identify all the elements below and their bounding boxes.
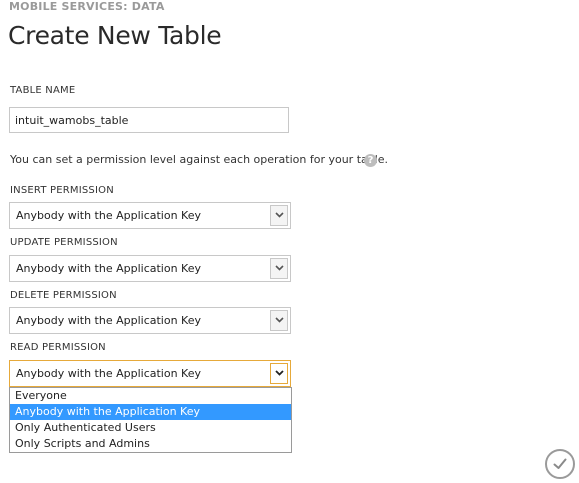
insert-permission-value: Anybody with the Application Key (16, 209, 201, 222)
permission-hint: You can set a permission level against e… (10, 153, 389, 166)
insert-permission-select[interactable]: Anybody with the Application Key (9, 202, 291, 229)
delete-permission-value: Anybody with the Application Key (16, 314, 201, 327)
page-title: Create New Table (8, 21, 222, 50)
update-permission-select[interactable]: Anybody with the Application Key (9, 255, 291, 282)
help-icon[interactable]: ? (364, 154, 377, 167)
insert-permission-label: INSERT PERMISSION (10, 185, 114, 196)
delete-permission-label: DELETE PERMISSION (10, 290, 117, 301)
update-permission-value: Anybody with the Application Key (16, 262, 201, 275)
dropdown-option[interactable]: Only Authenticated Users (10, 420, 291, 436)
chevron-down-icon[interactable] (270, 310, 288, 331)
breadcrumb: MOBILE SERVICES: DATA (9, 0, 165, 13)
read-permission-value: Anybody with the Application Key (16, 367, 201, 380)
complete-button[interactable] (545, 449, 575, 479)
read-permission-select[interactable]: Anybody with the Application Key (9, 360, 291, 387)
checkmark-icon (553, 458, 567, 469)
table-name-label: TABLE NAME (10, 85, 76, 96)
dropdown-option[interactable]: Only Scripts and Admins (10, 436, 291, 452)
dropdown-option[interactable]: Everyone (10, 388, 291, 404)
dropdown-option[interactable]: Anybody with the Application Key (10, 404, 291, 420)
update-permission-label: UPDATE PERMISSION (10, 237, 118, 248)
chevron-down-icon[interactable] (270, 205, 288, 226)
chevron-down-icon[interactable] (270, 258, 288, 279)
delete-permission-select[interactable]: Anybody with the Application Key (9, 307, 291, 334)
table-name-input[interactable] (9, 107, 289, 133)
create-table-dialog: MOBILE SERVICES: DATA Create New Table T… (0, 0, 579, 483)
read-permission-label: READ PERMISSION (10, 342, 106, 353)
chevron-down-icon[interactable] (270, 363, 288, 384)
read-permission-dropdown: Everyone Anybody with the Application Ke… (9, 387, 292, 453)
